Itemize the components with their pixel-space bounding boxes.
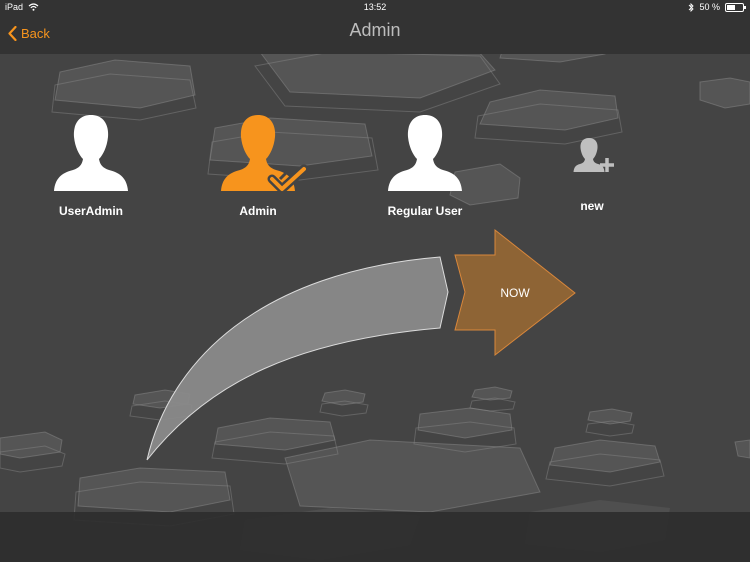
flow-graphic bbox=[146, 228, 576, 461]
now-label: NOW bbox=[500, 286, 530, 300]
curved-arrow bbox=[146, 256, 449, 461]
bottom-toolbar bbox=[0, 512, 750, 562]
